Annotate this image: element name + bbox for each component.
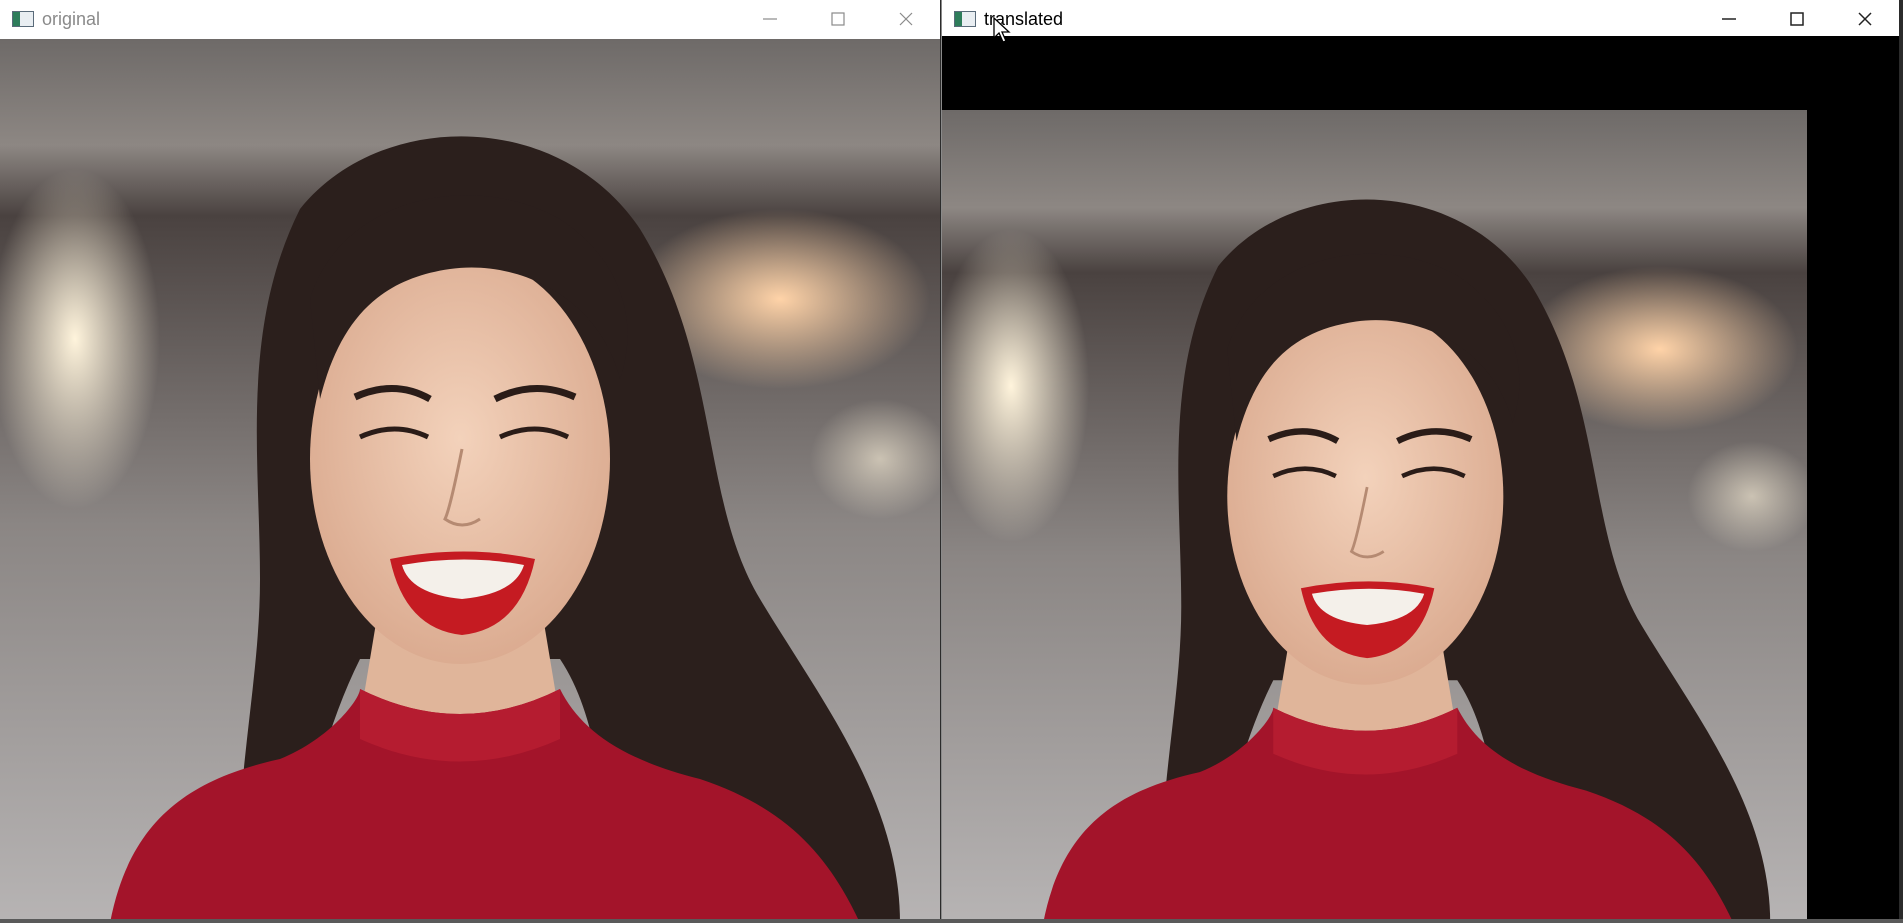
app-icon [12,11,34,27]
close-button[interactable] [1831,0,1899,38]
close-button[interactable] [872,0,940,38]
image-canvas [942,36,1899,923]
maximize-button[interactable] [804,0,872,38]
maximize-icon [1790,12,1804,26]
mouse-cursor-icon [993,16,1011,43]
original-window[interactable]: original [0,0,940,923]
minimize-icon [763,18,777,20]
caption-buttons [736,0,940,38]
portrait-image [0,39,940,923]
translated-titlebar[interactable]: translated [942,0,1899,38]
close-icon [1858,12,1872,26]
translated-window[interactable]: translated [941,0,1899,923]
close-icon [899,12,913,26]
minimize-button[interactable] [736,0,804,38]
minimize-icon [1722,18,1736,20]
caption-buttons [1695,0,1899,38]
maximize-button[interactable] [1763,0,1831,38]
minimize-button[interactable] [1695,0,1763,38]
app-icon [954,11,976,27]
taskbar-edge [0,919,1903,923]
maximize-icon [831,12,845,26]
image-canvas [0,39,940,923]
translated-portrait-image [942,110,1807,923]
original-titlebar[interactable]: original [0,0,940,38]
window-title: original [42,8,101,29]
